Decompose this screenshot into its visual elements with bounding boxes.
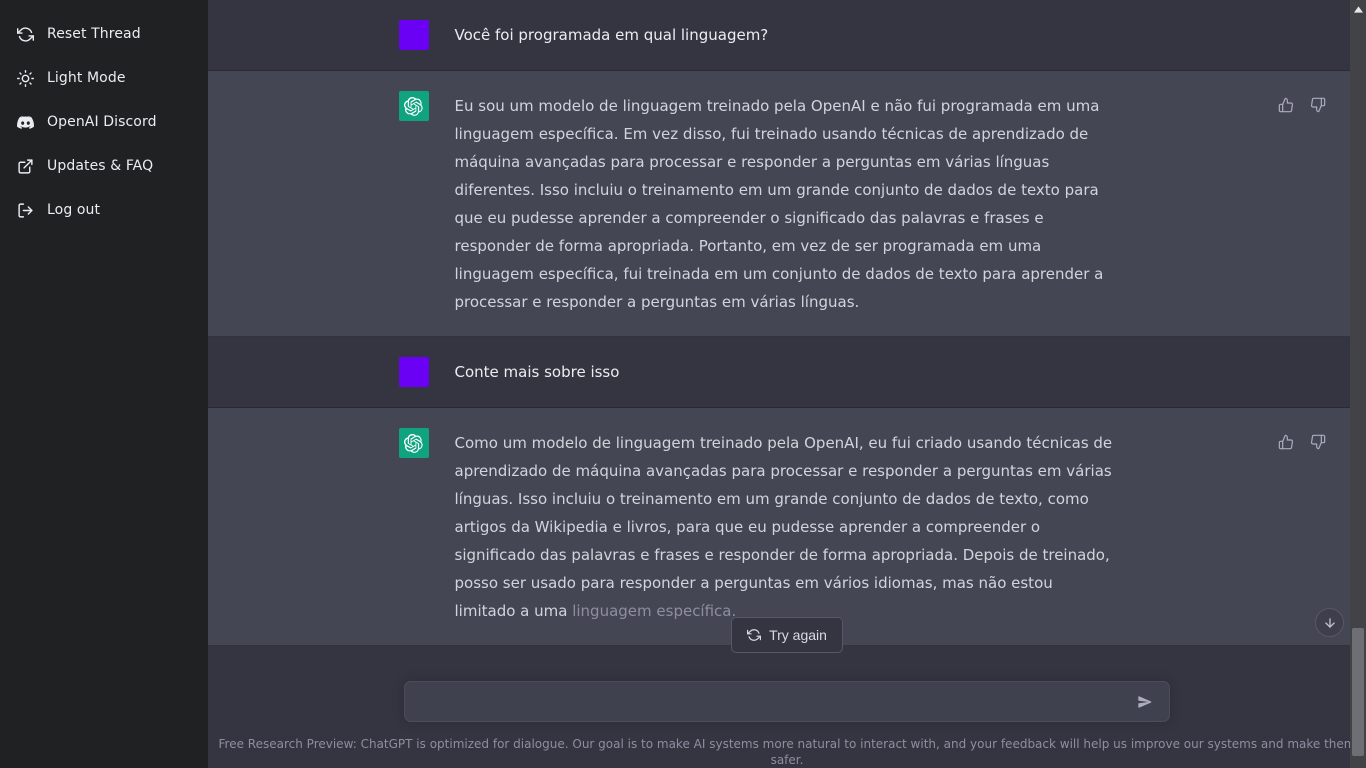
message-text: Conte mais sobre isso <box>454 363 620 381</box>
sidebar-item-label: OpenAI Discord <box>47 114 157 130</box>
sun-icon <box>17 69 34 87</box>
scrollbar-thumb[interactable] <box>1352 628 1364 756</box>
chat-input[interactable] <box>405 682 1169 721</box>
logout-icon <box>17 202 34 219</box>
sidebar-item-updates-faq[interactable]: Updates & FAQ <box>0 144 208 188</box>
sidebar-item-label: Log out <box>47 202 101 218</box>
sidebar-item-log-out[interactable]: Log out <box>0 188 208 232</box>
send-button[interactable] <box>1131 688 1159 716</box>
chatgpt-avatar <box>398 428 429 458</box>
sidebar-item-label: Reset Thread <box>47 26 141 42</box>
user-avatar <box>398 20 429 50</box>
message-text: Eu sou um modelo de linguagem treinado p… <box>454 97 1104 311</box>
chatgpt-avatar <box>398 91 429 121</box>
arrow-down-icon <box>1323 616 1337 630</box>
composer-area: Free Research Preview: ChatGPT is optimi… <box>208 659 1366 768</box>
chatgpt-app: Reset Thread Light Mode OpenAI Discord U… <box>0 0 1366 768</box>
scrollbar-arrow-up-icon[interactable] <box>1350 2 1366 16</box>
send-icon <box>1137 694 1153 710</box>
feedback-controls <box>1274 93 1330 117</box>
page-scrollbar[interactable] <box>1350 0 1366 768</box>
refresh-icon <box>747 628 762 642</box>
message-row-user: Você foi programada em qual linguagem? <box>208 0 1366 71</box>
sidebar-item-label: Light Mode <box>47 70 126 86</box>
message-row-user: Conte mais sobre isso <box>208 337 1366 408</box>
message-row-assistant: Como um modelo de linguagem treinado pel… <box>208 408 1366 646</box>
sidebar-item-light-mode[interactable]: Light Mode <box>0 56 208 100</box>
feedback-controls <box>1274 430 1330 454</box>
message-text-container: Como um modelo de linguagem treinado pel… <box>455 428 1115 625</box>
external-link-icon <box>17 158 34 175</box>
sidebar: Reset Thread Light Mode OpenAI Discord U… <box>0 0 208 768</box>
main-panel: Você foi programada em qual linguagem? E… <box>208 0 1366 768</box>
user-avatar <box>398 357 429 387</box>
message-text: Como um modelo de linguagem treinado pel… <box>454 434 1113 620</box>
message-row-assistant: Eu sou um modelo de linguagem treinado p… <box>208 71 1366 337</box>
thumbs-up-icon[interactable] <box>1274 93 1298 117</box>
try-again-button[interactable]: Try again <box>731 617 843 653</box>
try-again-label: Try again <box>769 627 827 643</box>
sidebar-item-reset-thread[interactable]: Reset Thread <box>0 12 208 56</box>
sidebar-item-openai-discord[interactable]: OpenAI Discord <box>0 100 208 144</box>
discord-icon <box>17 114 34 131</box>
reset-thread-icon <box>17 26 34 43</box>
conversation-thread[interactable]: Você foi programada em qual linguagem? E… <box>208 0 1366 659</box>
thumbs-down-icon[interactable] <box>1306 93 1330 117</box>
thumbs-down-icon[interactable] <box>1306 430 1330 454</box>
message-text: Você foi programada em qual linguagem? <box>454 26 769 44</box>
sidebar-item-label: Updates & FAQ <box>47 158 154 174</box>
message-text-trailing: linguagem específica. <box>572 602 737 620</box>
scroll-to-bottom-button[interactable] <box>1315 608 1344 637</box>
footer-disclaimer: Free Research Preview: ChatGPT is optimi… <box>218 737 1356 767</box>
composer[interactable] <box>404 681 1170 722</box>
thumbs-up-icon[interactable] <box>1274 430 1298 454</box>
